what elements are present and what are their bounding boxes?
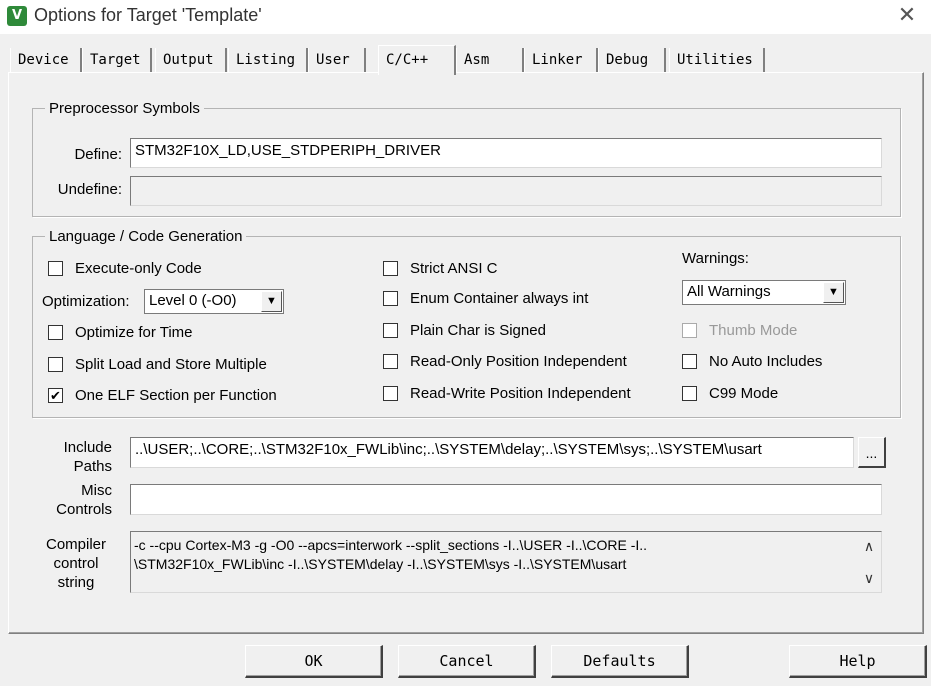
no-auto-includes-checkbox[interactable]: No Auto Includes <box>682 353 822 370</box>
tab-device[interactable]: Device <box>10 48 82 73</box>
thumb-mode-checkbox[interactable]: Thumb Mode <box>682 322 797 339</box>
help-button[interactable]: Help <box>789 645 927 678</box>
warnings-select[interactable]: All Warnings ▼ <box>682 280 846 305</box>
checkbox-box <box>48 261 63 276</box>
strict-ansi-label: Strict ANSI C <box>410 260 498 277</box>
ro-pi-checkbox[interactable]: Read-Only Position Independent <box>383 353 627 370</box>
window-title: Options for Target 'Template' <box>34 5 262 25</box>
tab-target[interactable]: Target <box>82 48 152 73</box>
thumb-mode-label: Thumb Mode <box>709 322 798 339</box>
execute-only-label: Execute-only Code <box>75 260 202 277</box>
check-icon: ✔ <box>48 388 63 403</box>
include-paths-input[interactable]: ..\USER;..\CORE;..\STM32F10x_FWLib\inc;.… <box>130 437 854 468</box>
compiler-string-box[interactable]: -c --cpu Cortex-M3 -g -O0 --apcs=interwo… <box>130 531 882 593</box>
c99-mode-checkbox[interactable]: C99 Mode <box>682 385 778 402</box>
checkbox-box <box>383 354 398 369</box>
warnings-value: All Warnings <box>687 283 771 300</box>
optimize-time-checkbox[interactable]: Optimize for Time <box>48 324 193 341</box>
tab-listing[interactable]: Listing <box>228 48 308 73</box>
language-legend: Language / Code Generation <box>49 228 243 245</box>
tab-output[interactable]: Output <box>155 48 227 73</box>
enum-container-checkbox[interactable]: Enum Container always int <box>383 290 588 307</box>
optimization-label: Optimization: <box>42 293 130 310</box>
ro-pi-label: Read-Only Position Independent <box>410 353 627 370</box>
optimization-value: Level 0 (-O0) <box>149 292 237 309</box>
cancel-button[interactable]: Cancel <box>398 645 536 678</box>
tab-linker[interactable]: Linker <box>524 48 598 73</box>
split-load-checkbox[interactable]: Split Load and Store Multiple <box>48 356 267 373</box>
misc-controls-label: Misc Controls <box>56 482 112 518</box>
checkbox-box <box>383 261 398 276</box>
tab-debug[interactable]: Debug <box>598 48 666 73</box>
checkbox-box <box>682 354 697 369</box>
no-auto-includes-label: No Auto Includes <box>709 353 823 370</box>
keil-app-icon: V <box>7 6 27 26</box>
tab-asm[interactable]: Asm <box>456 48 524 73</box>
one-elf-label: One ELF Section per Function <box>75 387 277 404</box>
undefine-input[interactable] <box>130 176 882 206</box>
scroll-down-icon[interactable]: ∨ <box>858 570 880 590</box>
compiler-string-label: Compiler control string <box>45 536 106 591</box>
title-bar: V Options for Target 'Template' ✕ <box>0 0 931 34</box>
checkbox-box <box>682 323 697 338</box>
misc-controls-input[interactable] <box>130 484 882 515</box>
browse-include-button[interactable]: ... <box>858 437 886 468</box>
define-input[interactable]: STM32F10X_LD,USE_STDPERIPH_DRIVER <box>130 138 882 168</box>
tab-user[interactable]: User <box>308 48 366 73</box>
scroll-up-icon[interactable]: ∧ <box>858 538 880 558</box>
one-elf-checkbox[interactable]: ✔ One ELF Section per Function <box>48 387 277 404</box>
compiler-string-line1: -c --cpu Cortex-M3 -g -O0 --apcs=interwo… <box>134 537 648 553</box>
checkbox-box <box>48 325 63 340</box>
c99-mode-label: C99 Mode <box>709 385 779 402</box>
rw-pi-label: Read-Write Position Independent <box>410 385 631 402</box>
optimize-time-label: Optimize for Time <box>75 324 193 341</box>
warnings-label: Warnings: <box>682 250 749 267</box>
enum-container-label: Enum Container always int <box>410 290 589 307</box>
rw-pi-checkbox[interactable]: Read-Write Position Independent <box>383 385 631 402</box>
plain-char-label: Plain Char is Signed <box>410 322 546 339</box>
checkbox-box <box>383 386 398 401</box>
tab-c-cpp[interactable]: C/C++ <box>378 45 456 75</box>
chevron-down-icon[interactable]: ▼ <box>823 282 844 303</box>
split-load-label: Split Load and Store Multiple <box>75 356 267 373</box>
chevron-down-icon[interactable]: ▼ <box>261 291 282 312</box>
strict-ansi-checkbox[interactable]: Strict ANSI C <box>383 260 498 277</box>
defaults-button[interactable]: Defaults <box>551 645 689 678</box>
undefine-label: Undefine: <box>57 181 122 198</box>
checkbox-box <box>48 357 63 372</box>
compiler-string-line2: \STM32F10x_FWLib\inc -I..\SYSTEM\delay -… <box>134 556 627 572</box>
define-label: Define: <box>74 146 122 163</box>
plain-char-checkbox[interactable]: Plain Char is Signed <box>383 322 546 339</box>
tab-utilities[interactable]: Utilities <box>669 48 765 73</box>
optimization-select[interactable]: Level 0 (-O0) ▼ <box>144 289 284 314</box>
checkbox-box <box>383 323 398 338</box>
checkbox-box <box>682 386 697 401</box>
close-icon[interactable]: ✕ <box>897 4 917 26</box>
execute-only-checkbox[interactable]: Execute-only Code <box>48 260 202 277</box>
ok-button[interactable]: OK <box>245 645 383 678</box>
include-paths-label: Include Paths <box>63 439 112 475</box>
preprocessor-legend: Preprocessor Symbols <box>49 100 200 117</box>
checkbox-box <box>383 291 398 306</box>
